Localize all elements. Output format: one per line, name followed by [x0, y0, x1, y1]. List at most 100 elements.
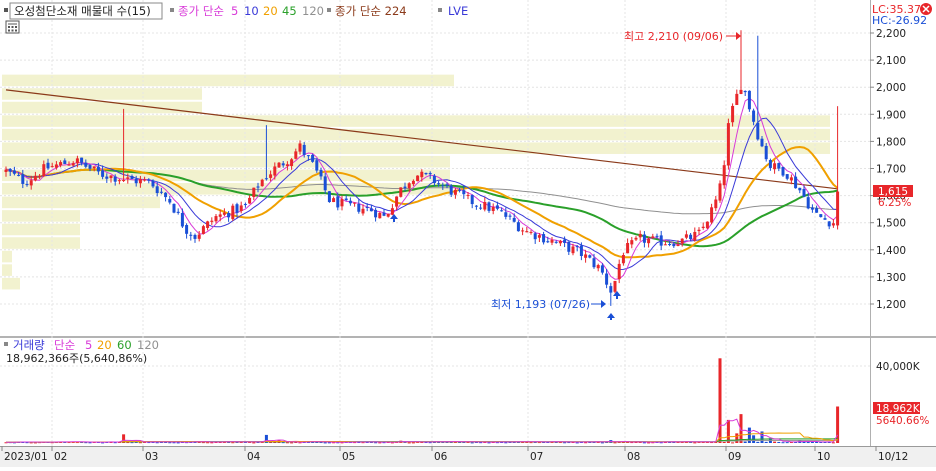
candle-body — [256, 186, 260, 188]
candle-body — [773, 163, 777, 170]
candle-body — [621, 255, 625, 264]
price-tick-label: 2,100 — [876, 55, 906, 67]
candle-body — [701, 226, 705, 228]
candle-body — [428, 173, 432, 175]
volume-legend-ma20[interactable]: 20 — [97, 338, 112, 352]
volume-profile-bar — [2, 74, 454, 87]
candle-body — [647, 238, 651, 244]
candle-body — [269, 174, 273, 178]
candle-body — [80, 157, 84, 163]
candle-body — [554, 241, 558, 243]
date-tick-label: 07 — [530, 451, 543, 463]
legend-ma45[interactable]: 45 — [282, 4, 297, 18]
candle-body — [563, 239, 567, 243]
candle-body — [735, 93, 739, 105]
legend-ma120[interactable]: 120 — [302, 4, 324, 18]
calculator-icon[interactable] — [5, 20, 20, 34]
candle-body — [747, 90, 751, 110]
candle-body — [248, 197, 252, 204]
candle-body — [634, 237, 638, 240]
legend-menu-marker[interactable] — [4, 8, 8, 12]
volume-legend-title[interactable]: 거래량 — [13, 338, 45, 352]
legend-ma20[interactable]: 20 — [263, 4, 278, 18]
legend-title[interactable]: 오성첨단소재 매물대 수(15) — [14, 4, 151, 18]
candle-body — [336, 196, 340, 208]
legend-ma224[interactable]: 종가 단순 224 — [335, 4, 407, 18]
legend-lve[interactable]: LVE — [448, 4, 468, 18]
volume-bar — [323, 442, 327, 444]
candle-body — [8, 168, 12, 172]
volume-bar — [756, 441, 760, 443]
candle-body — [101, 170, 105, 177]
candle-body — [760, 138, 764, 147]
candle-body — [705, 221, 709, 229]
candle-body — [672, 244, 676, 247]
candle-body — [458, 189, 462, 191]
candle-body — [189, 234, 193, 236]
candle-body — [777, 163, 781, 169]
legend-lve-marker — [438, 8, 442, 12]
date-tick-label: 02 — [54, 451, 67, 463]
candle-body — [605, 273, 609, 285]
volume-legend-ma120[interactable]: 120 — [137, 338, 159, 352]
candle-body — [143, 179, 147, 181]
candle-body — [781, 166, 785, 176]
volume-legend-marker — [4, 342, 8, 346]
candle-body — [668, 244, 672, 246]
candle-body — [466, 194, 470, 196]
candle-body — [88, 165, 92, 169]
volume-profile-bar — [2, 264, 12, 276]
volume-bar — [735, 433, 739, 443]
volume-bar — [773, 441, 777, 443]
candle-body — [697, 229, 701, 232]
candle-body — [596, 265, 600, 269]
candle-body — [386, 213, 390, 217]
candle-body — [651, 236, 655, 238]
candle-body — [449, 185, 453, 195]
candle-body — [54, 164, 58, 168]
legend-ma10[interactable]: 10 — [244, 4, 259, 18]
candle-body — [193, 234, 197, 239]
candle-body — [239, 205, 243, 212]
candle-body — [743, 90, 747, 93]
volume-bar — [693, 442, 697, 444]
candle-body — [399, 187, 403, 197]
candle-body — [693, 231, 697, 241]
candle-body — [756, 122, 760, 140]
candle-body — [726, 123, 730, 166]
candle-body — [365, 206, 369, 208]
candle-body — [819, 214, 823, 218]
candle-body — [214, 216, 218, 222]
volume-legend-ma5[interactable]: 5 — [85, 338, 92, 352]
close-icon[interactable] — [920, 3, 932, 15]
candle-body — [462, 190, 466, 195]
volume-bar — [777, 441, 781, 443]
candle-body — [260, 179, 264, 187]
volume-legend-prefix[interactable]: 단순 — [54, 338, 75, 352]
volume-bar — [726, 419, 730, 443]
candle-body — [311, 154, 315, 162]
candle-body — [483, 202, 487, 210]
price-tick-label: 1,700 — [876, 164, 906, 176]
current-price-pct: 6.25% — [878, 197, 911, 209]
volume-profile-bar — [2, 250, 12, 263]
candle-body — [626, 242, 630, 254]
volume-bar — [281, 442, 285, 444]
candle-body — [180, 213, 184, 227]
stock-chart-window: 2,2002,1002,0001,9001,8001,7001,6001,500… — [0, 0, 936, 467]
legend-ma5[interactable]: 5 — [231, 4, 238, 18]
candle-body — [25, 184, 29, 186]
candle-body — [46, 162, 50, 169]
candle-body — [567, 241, 571, 252]
candle-body — [327, 191, 331, 203]
candle-body — [151, 180, 155, 187]
candle-body — [201, 226, 205, 234]
legend-ma-prefix[interactable]: 종가 단순 — [178, 4, 224, 18]
hc-label: HC:-26.92 — [872, 14, 927, 27]
candle-body — [789, 177, 793, 181]
candle-body — [722, 165, 726, 186]
candle-body — [4, 169, 8, 172]
volume-bar — [407, 442, 411, 444]
low-annotation: 최저 1,193 (07/26) — [491, 298, 590, 311]
volume-legend-ma60[interactable]: 60 — [117, 338, 132, 352]
